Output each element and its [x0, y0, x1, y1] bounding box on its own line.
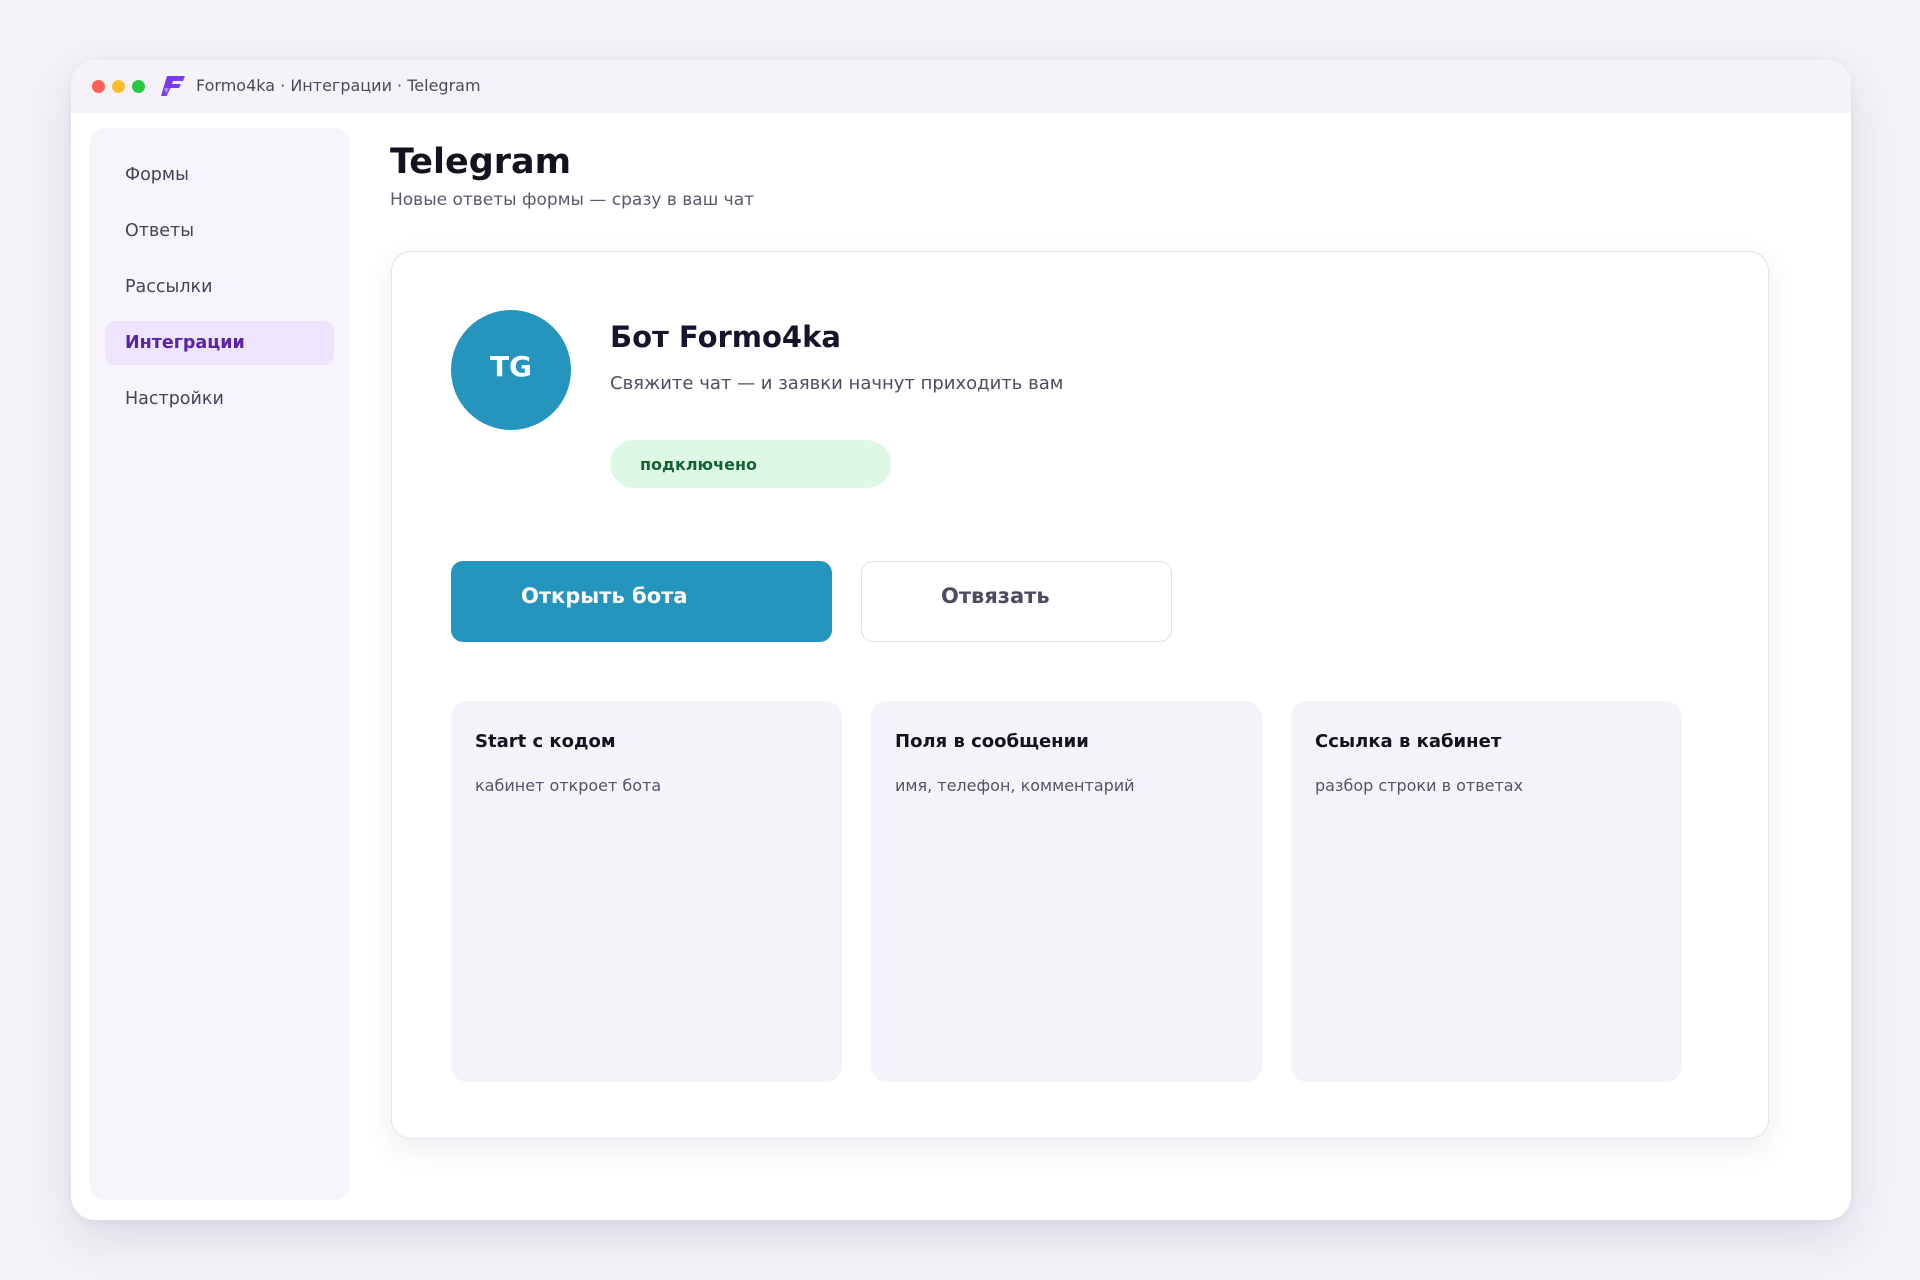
telegram-integration-card: TG Бот Formo4ka Свяжите чат — и заявки н…	[391, 251, 1769, 1139]
bot-description: Свяжите чат — и заявки начнут приходить …	[610, 373, 1064, 394]
feature-title: Start с кодом	[475, 731, 616, 752]
sidebar-item-integrations[interactable]: Интеграции	[105, 321, 334, 365]
feature-title: Поля в сообщении	[895, 731, 1089, 752]
feature-card: Start с кодом кабинет откроет бота	[451, 701, 842, 1082]
formo4ka-logo-icon	[161, 76, 185, 96]
status-badge: подключено	[610, 440, 891, 488]
feature-description: кабинет откроет бота	[475, 776, 662, 795]
sidebar-item-forms[interactable]: Формы	[105, 153, 334, 197]
feature-card: Ссылка в кабинет разбор строки в ответах	[1291, 701, 1682, 1082]
feature-card: Поля в сообщении имя, телефон, комментар…	[871, 701, 1262, 1082]
feature-title: Ссылка в кабинет	[1315, 731, 1502, 752]
minimize-window-button[interactable]	[112, 80, 125, 93]
bot-name: Бот Formo4ka	[610, 320, 841, 354]
window-title: Formo4ka · Интеграции · Telegram	[196, 76, 481, 95]
sidebar: Формы Ответы Рассылки Интеграции Настрой…	[89, 128, 350, 1200]
title-bar: Formo4ka · Интеграции · Telegram	[71, 60, 1851, 113]
sidebar-item-mailings[interactable]: Рассылки	[105, 265, 334, 309]
unlink-button[interactable]: Отвязать	[861, 561, 1172, 642]
maximize-window-button[interactable]	[132, 80, 145, 93]
page-subtitle: Новые ответы формы — сразу в ваш чат	[390, 190, 755, 210]
feature-description: имя, телефон, комментарий	[895, 776, 1135, 795]
open-bot-button[interactable]: Открыть бота	[451, 561, 832, 642]
app-window: Formo4ka · Интеграции · Telegram Формы О…	[71, 60, 1851, 1220]
sidebar-item-settings[interactable]: Настройки	[105, 377, 334, 421]
bot-avatar: TG	[451, 310, 571, 430]
page-title: Telegram	[390, 142, 572, 182]
feature-description: разбор строки в ответах	[1315, 776, 1524, 795]
close-window-button[interactable]	[92, 80, 105, 93]
sidebar-item-responses[interactable]: Ответы	[105, 209, 334, 253]
